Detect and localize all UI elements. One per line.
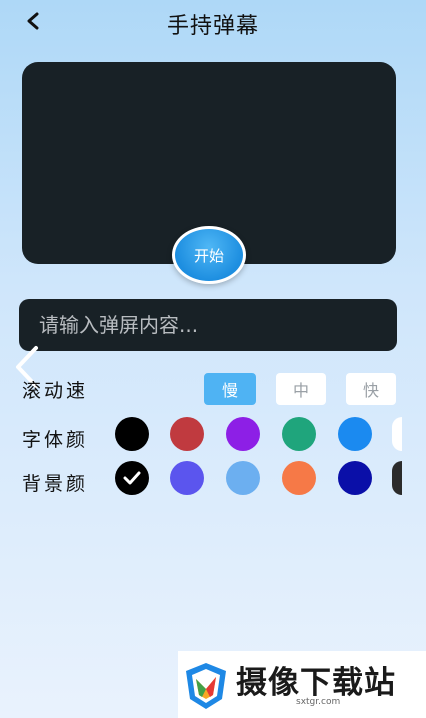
font-color-label: 字体颜 xyxy=(22,429,89,451)
bg-color-swatch-4[interactable] xyxy=(338,461,372,495)
watermark: 摄像下载站 sxtgr.com xyxy=(178,651,426,718)
danmaku-text-input[interactable] xyxy=(39,313,397,337)
speed-fast-button[interactable]: 快 xyxy=(346,373,396,405)
watermark-text: 摄像下载站 xyxy=(236,665,396,701)
header: 手持弹幕 xyxy=(0,0,426,44)
watermark-url: sxtgr.com xyxy=(296,697,341,707)
font-color-swatch-4[interactable] xyxy=(338,417,372,451)
checkmark-icon xyxy=(123,471,141,485)
page-title: 手持弹幕 xyxy=(166,14,259,39)
bg-color-swatch-5[interactable] xyxy=(392,461,402,495)
speed-medium-button[interactable]: 中 xyxy=(276,373,326,405)
font-color-swatch-2[interactable] xyxy=(226,417,260,451)
bg-color-swatch-3[interactable] xyxy=(282,461,316,495)
start-button[interactable]: 开始 xyxy=(172,226,246,284)
background-color-label: 背景颜 xyxy=(22,473,89,495)
bg-color-swatch-1[interactable] xyxy=(170,461,204,495)
speed-label: 滚动速 xyxy=(22,380,89,402)
font-color-swatch-5[interactable] xyxy=(392,417,402,451)
danmaku-input-container[interactable] xyxy=(19,299,397,351)
speed-slow-button[interactable]: 慢 xyxy=(204,373,256,405)
font-color-swatch-3[interactable] xyxy=(282,417,316,451)
watermark-logo-icon xyxy=(186,663,226,709)
bg-color-swatch-0[interactable] xyxy=(115,461,149,495)
font-color-swatch-1[interactable] xyxy=(170,417,204,451)
font-color-swatch-0[interactable] xyxy=(115,417,149,451)
bg-color-swatch-2[interactable] xyxy=(226,461,260,495)
